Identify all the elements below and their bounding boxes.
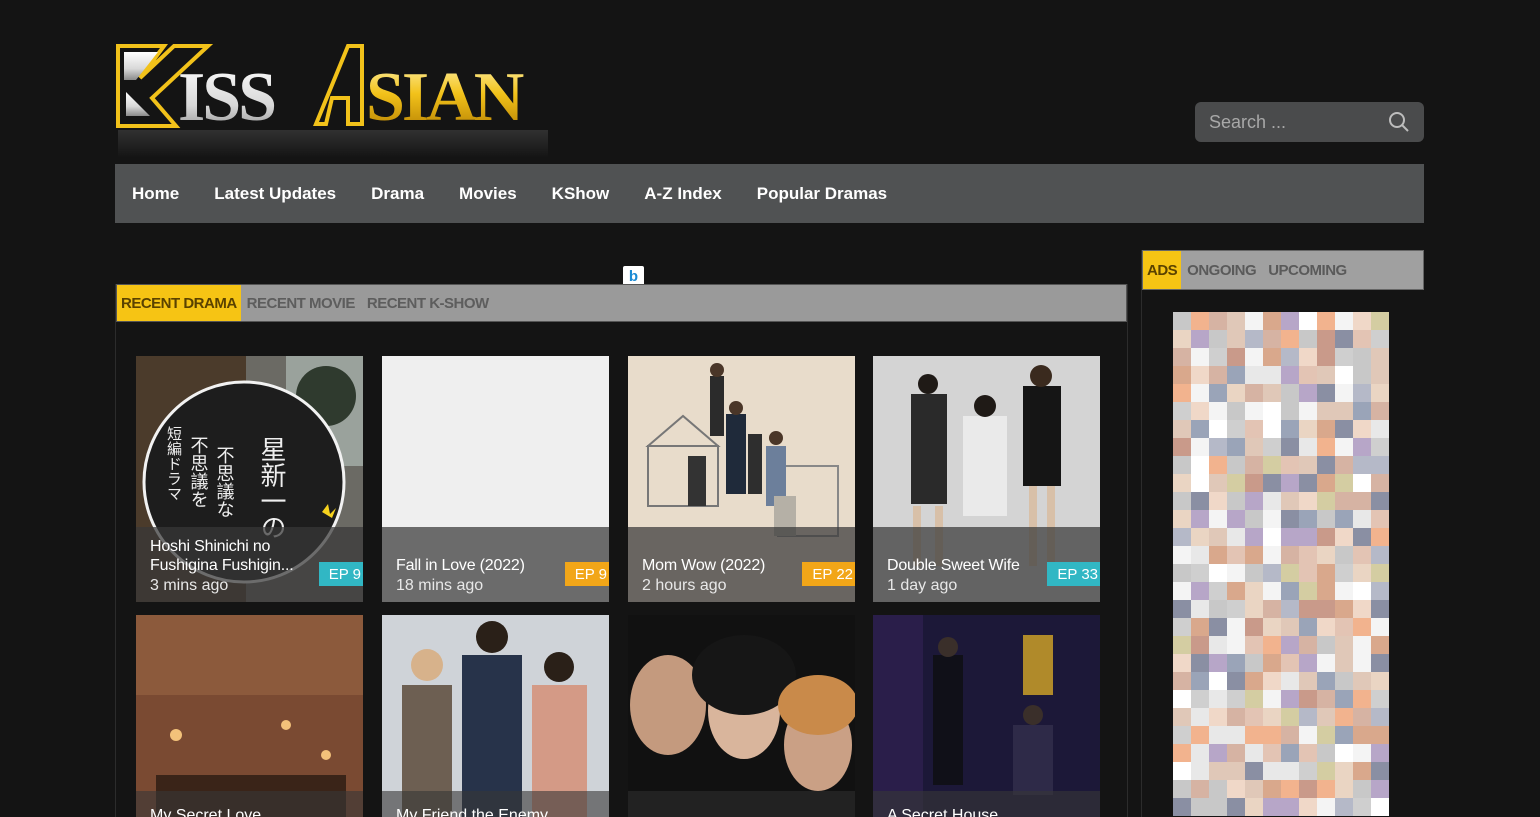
tab-upcoming[interactable]: UPCOMING [1262, 251, 1353, 289]
nav-home[interactable]: Home [132, 184, 179, 204]
drama-card[interactable] [628, 615, 855, 817]
site-logo[interactable]: ISS SIAN [116, 40, 550, 160]
nav-movies[interactable]: Movies [459, 184, 517, 204]
search-icon[interactable] [1388, 111, 1410, 133]
drama-title[interactable]: Hoshi Shinichi no Fushigina Fushigin... [150, 537, 310, 575]
drama-card[interactable]: My Friend the Enemy [382, 615, 609, 817]
sidebar: ADS ONGOING UPCOMING [1141, 250, 1424, 817]
drama-time: 18 mins ago [396, 577, 484, 594]
sidebar-ad-image[interactable] [1173, 312, 1389, 817]
drama-poster [382, 615, 609, 817]
drama-card[interactable]: Fall in Love (2022) 18 mins ago EP 9 [382, 356, 609, 602]
tab-ads[interactable]: ADS [1143, 251, 1182, 289]
tab-recent-kshow[interactable]: RECENT K-SHOW [361, 285, 495, 321]
sidebar-tabs: ADS ONGOING UPCOMING [1142, 250, 1424, 290]
main-nav: Home Latest Updates Drama Movies KShow A… [115, 164, 1424, 223]
recent-tabs: RECENT DRAMA RECENT MOVIE RECENT K-SHOW [116, 284, 1127, 322]
drama-time: 1 day ago [887, 577, 958, 594]
tab-ongoing[interactable]: ONGOING [1181, 251, 1262, 289]
episode-badge: EP 22 [802, 562, 855, 586]
nav-latest-updates[interactable]: Latest Updates [214, 184, 336, 204]
poster-text: 不思議を [188, 436, 209, 508]
svg-text:星新一の: 星新一の [256, 436, 286, 540]
drama-card[interactable]: A Secret House [873, 615, 1100, 817]
episode-badge: EP 9 [564, 562, 609, 586]
drama-card[interactable]: Double Sweet Wife 1 day ago EP 33 [873, 356, 1100, 602]
svg-text:ISS: ISS [178, 59, 274, 136]
tab-recent-drama[interactable]: RECENT DRAMA [117, 285, 241, 321]
svg-text:短編ドラマ: 短編ドラマ [165, 426, 183, 501]
drama-poster [628, 615, 855, 817]
drama-poster [136, 615, 363, 817]
svg-text:SIAN: SIAN [366, 59, 524, 136]
kissasian-logo-image: ISS SIAN [116, 44, 548, 158]
search-input[interactable] [1195, 102, 1380, 142]
pixelated-ad [1173, 312, 1389, 816]
nav-popular-dramas[interactable]: Popular Dramas [757, 184, 887, 204]
nav-drama[interactable]: Drama [371, 184, 424, 204]
drama-time: 3 mins ago [150, 577, 229, 594]
search-box[interactable] [1195, 102, 1424, 142]
episode-badge: EP 9 [318, 562, 363, 586]
episode-badge: EP 33 [1047, 562, 1100, 586]
drama-title[interactable]: My Secret Love [150, 807, 261, 817]
nav-az-index[interactable]: A-Z Index [644, 184, 721, 204]
drama-poster [873, 615, 1100, 817]
svg-text:不思議な: 不思議な [214, 446, 235, 518]
nav-kshow[interactable]: KShow [552, 184, 610, 204]
drama-card[interactable]: 不思議を 不思議な 短編ドラマ 星新一の Hoshi Shinichi no F… [136, 356, 363, 602]
drama-title[interactable]: My Friend the Enemy [396, 807, 548, 817]
drama-time: 2 hours ago [642, 577, 727, 594]
drama-card[interactable]: My Secret Love [136, 615, 363, 817]
tab-recent-movie[interactable]: RECENT MOVIE [241, 285, 361, 321]
drama-card[interactable]: Mom Wow (2022) 2 hours ago EP 22 [628, 356, 855, 602]
drama-title[interactable]: A Secret House [887, 807, 998, 817]
